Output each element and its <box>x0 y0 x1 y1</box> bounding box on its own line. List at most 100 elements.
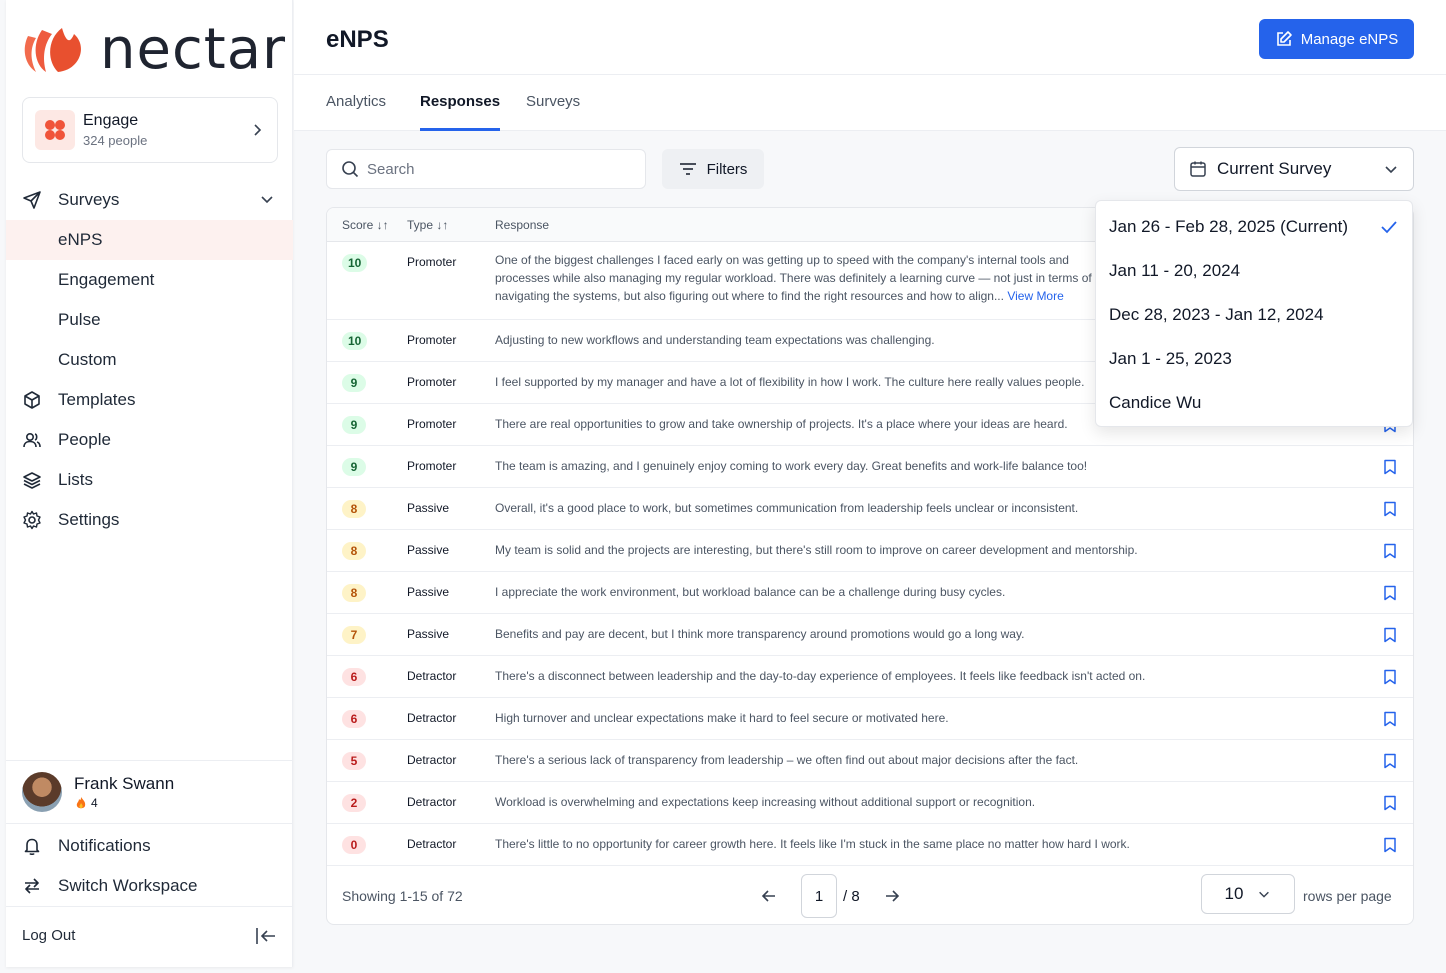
user-streak-count: 4 <box>91 796 98 810</box>
dropdown-item[interactable]: Jan 26 - Feb 28, 2025 (Current) <box>1096 205 1412 249</box>
nav-pulse[interactable]: Pulse <box>6 300 293 340</box>
arrow-right-icon[interactable] <box>882 874 902 918</box>
score-badge: 6 <box>342 668 366 686</box>
tab-analytics[interactable]: Analytics <box>326 93 386 131</box>
dropdown-item[interactable]: Dec 28, 2023 - Jan 12, 2024 <box>1096 293 1412 337</box>
nectar-logo[interactable]: nectar <box>22 22 286 78</box>
header-response: Response <box>495 218 550 232</box>
pagination: 1 / 8 <box>759 874 902 918</box>
response-text: There are real opportunities to grow and… <box>495 417 1068 431</box>
workspace-switcher[interactable]: Engage 324 people <box>22 97 278 163</box>
table-row[interactable]: 2 Detractor Workload is overwhelming and e… <box>327 782 1413 824</box>
chevron-down-icon <box>261 196 273 204</box>
score-badge: 9 <box>342 416 366 434</box>
response-type: Detractor <box>407 711 457 725</box>
nav-custom[interactable]: Custom <box>6 340 293 380</box>
response-cell: There's little to no opportunity for car… <box>495 837 1365 851</box>
nav-templates[interactable]: Templates <box>6 380 293 420</box>
gear-icon <box>23 510 41 530</box>
header-type[interactable]: Type ↓↑ <box>407 218 448 232</box>
page-title: eNPS <box>326 26 389 53</box>
nav-custom-label: Custom <box>58 350 117 369</box>
bookmark-button[interactable] <box>1383 627 1397 648</box>
bookmark-button[interactable] <box>1383 501 1397 522</box>
switch-icon <box>25 878 39 894</box>
response-type: Passive <box>407 501 450 515</box>
bookmark-button[interactable] <box>1383 753 1397 774</box>
table-row[interactable]: 7 Passive Benefits and pay are decent, but… <box>327 614 1413 656</box>
nav-notifications[interactable]: Notifications <box>6 826 293 866</box>
table-row[interactable]: 0 Detractor There's little to no opportuni… <box>327 824 1413 866</box>
response-text: There's a disconnect between leadership … <box>495 669 1146 683</box>
table-row[interactable]: 8 Passive My team is solid and the project… <box>327 530 1413 572</box>
bookmark-button[interactable] <box>1383 669 1397 690</box>
table-row[interactable]: 6 Detractor High turnover and unclear expe… <box>327 698 1413 740</box>
survey-select[interactable]: Current Survey <box>1174 147 1414 191</box>
view-more-link[interactable]: View More <box>1007 289 1063 303</box>
bookmark-icon <box>1384 585 1396 601</box>
tab-surveys[interactable]: Surveys <box>526 93 580 131</box>
nav-settings[interactable]: Settings <box>6 500 293 540</box>
rows-per-page-select[interactable]: 10 <box>1201 874 1295 914</box>
bookmark-icon <box>1384 459 1396 475</box>
bookmark-button[interactable] <box>1383 459 1397 480</box>
bookmark-button[interactable] <box>1383 543 1397 564</box>
bookmark-button[interactable] <box>1383 711 1397 732</box>
score-badge: 8 <box>342 542 366 560</box>
response-text: I appreciate the work environment, but w… <box>495 585 1006 599</box>
logout-button[interactable]: Log Out <box>6 906 293 964</box>
dropdown-item-label: Jan 11 - 20, 2024 <box>1109 261 1241 280</box>
table-row[interactable]: 5 Detractor There's a serious lack of tran… <box>327 740 1413 782</box>
nav-lists[interactable]: Lists <box>6 460 293 500</box>
response-cell: One of the biggest challenges I faced ea… <box>495 251 1095 305</box>
nav-engagement[interactable]: Engagement <box>6 260 293 300</box>
table-row[interactable]: 8 Passive Overall, it's a good place to wo… <box>327 488 1413 530</box>
collapse-sidebar-icon[interactable] <box>255 926 277 946</box>
survey-select-value: Current Survey <box>1217 159 1332 178</box>
dropdown-item-label: Jan 26 - Feb 28, 2025 (Current) <box>1109 217 1349 236</box>
user-profile[interactable]: Frank Swann 4 <box>6 760 293 824</box>
fire-icon <box>76 797 86 809</box>
nav-enps[interactable]: eNPS <box>6 220 293 260</box>
brand-name: nectar <box>100 17 287 82</box>
arrow-left-icon[interactable] <box>759 874 779 918</box>
header-score[interactable]: Score ↓↑ <box>342 218 389 232</box>
user-streak: 4 <box>74 796 174 810</box>
survey-dropdown: Jan 26 - Feb 28, 2025 (Current) Jan 11 -… <box>1095 200 1413 427</box>
response-type: Passive <box>407 585 450 599</box>
page-input[interactable]: 1 <box>801 874 837 918</box>
response-cell: Benefits and pay are decent, but I think… <box>495 627 1365 641</box>
nav-switch-workspace[interactable]: Switch Workspace <box>6 866 293 906</box>
table-row[interactable]: 6 Detractor There's a disconnect between l… <box>327 656 1413 698</box>
response-text: My team is solid and the projects are in… <box>495 543 1138 557</box>
main-nav: Surveys eNPS Engagement Pulse Custom Tem… <box>6 180 293 540</box>
table-footer: Showing 1-15 of 72 1 / 8 10 rows per pag… <box>327 866 1413 924</box>
dropdown-item[interactable]: Jan 11 - 20, 2024 <box>1096 249 1412 293</box>
response-text: High turnover and unclear expectations m… <box>495 711 949 725</box>
bookmark-button[interactable] <box>1383 837 1397 858</box>
filters-button[interactable]: Filters <box>662 149 764 189</box>
bookmark-button[interactable] <box>1383 585 1397 606</box>
dropdown-item[interactable]: Candice Wu <box>1096 381 1412 425</box>
manage-enps-button[interactable]: Manage eNPS <box>1259 19 1414 59</box>
score-badge: 6 <box>342 710 366 728</box>
bookmark-icon <box>1384 627 1396 643</box>
nav-people[interactable]: People <box>6 420 293 460</box>
dropdown-item-label: Jan 1 - 25, 2023 <box>1109 349 1232 368</box>
users-icon <box>23 432 41 448</box>
tab-responses[interactable]: Responses <box>420 93 501 131</box>
dropdown-item[interactable]: Jan 1 - 25, 2023 <box>1096 337 1412 381</box>
score-badge: 8 <box>342 584 366 602</box>
search-input[interactable] <box>367 160 627 178</box>
nav-surveys[interactable]: Surveys <box>6 180 293 220</box>
dropdown-item-label: Candice Wu <box>1109 393 1202 412</box>
table-row[interactable]: 9 Promoter The team is amazing, and I genu… <box>327 446 1413 488</box>
response-cell: My team is solid and the projects are in… <box>495 543 1365 557</box>
flower-icon <box>45 120 65 140</box>
bookmark-button[interactable] <box>1383 795 1397 816</box>
nav-lists-label: Lists <box>58 470 93 489</box>
response-text: There's little to no opportunity for car… <box>495 837 1130 851</box>
table-row[interactable]: 8 Passive I appreciate the work environmen… <box>327 572 1413 614</box>
main-content: eNPS Manage eNPS Analytics Responses Sur… <box>294 0 1446 973</box>
response-cell: The team is amazing, and I genuinely enj… <box>495 459 1365 473</box>
